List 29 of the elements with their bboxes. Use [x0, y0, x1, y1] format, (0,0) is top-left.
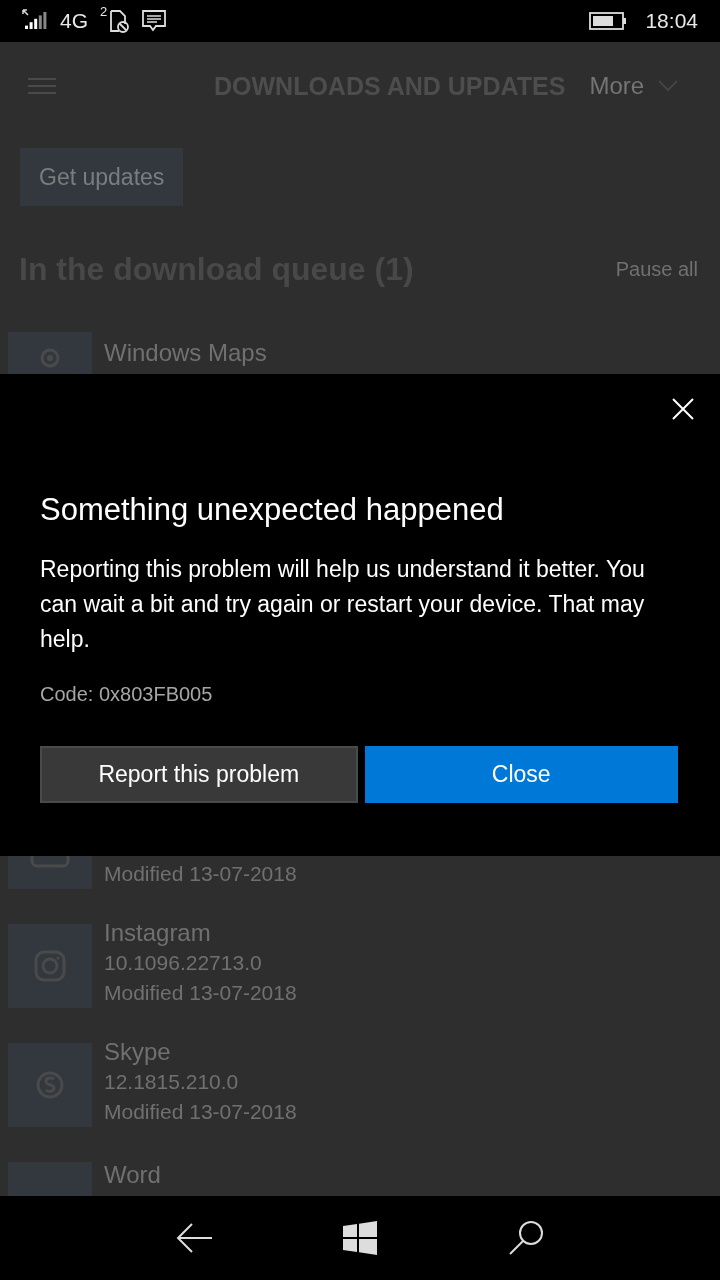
clock: 18:04 — [645, 9, 698, 33]
error-code: Code: 0x803FB005 — [40, 683, 214, 706]
pause-all-link[interactable]: Pause all — [615, 257, 698, 281]
dialog-message: Reporting this problem will help us understand it better. You can wait a bit and try again or restart your device. That may help. — [40, 555, 646, 654]
battery-icon — [589, 12, 628, 30]
get-updates-button[interactable]: Get updates — [20, 148, 184, 206]
app-name: Instagram — [104, 918, 212, 948]
modified-date: Modified 13-07-2018 — [104, 1099, 297, 1125]
modified-date: Modified 13-07-2018 — [104, 980, 297, 1006]
close-icon[interactable] — [672, 398, 694, 420]
search-icon[interactable] — [508, 1220, 545, 1256]
dialog-title: Something unexpected happened — [40, 492, 505, 528]
message-icon — [141, 9, 168, 33]
app-version: 12.1815.210.0 — [104, 1069, 240, 1095]
sim-number: 2 — [100, 4, 108, 19]
windows-logo-icon[interactable] — [343, 1221, 377, 1255]
app-name: Word — [104, 1160, 161, 1190]
report-button[interactable]: Report this problem — [40, 746, 358, 803]
close-button[interactable]: Close — [364, 746, 678, 803]
network-type: 4G — [60, 9, 88, 33]
back-icon[interactable] — [175, 1223, 212, 1253]
camera-icon — [34, 950, 66, 982]
modified-date: Modified 13-07-2018 — [104, 861, 297, 887]
more-menu[interactable]: More — [589, 72, 645, 100]
app-version: 10.1096.22713.0 — [104, 950, 263, 976]
app-name: Windows Maps — [104, 338, 267, 368]
sim-blocked-icon — [107, 9, 130, 33]
app-name: Skype — [104, 1037, 172, 1067]
chat-icon — [34, 1069, 66, 1101]
